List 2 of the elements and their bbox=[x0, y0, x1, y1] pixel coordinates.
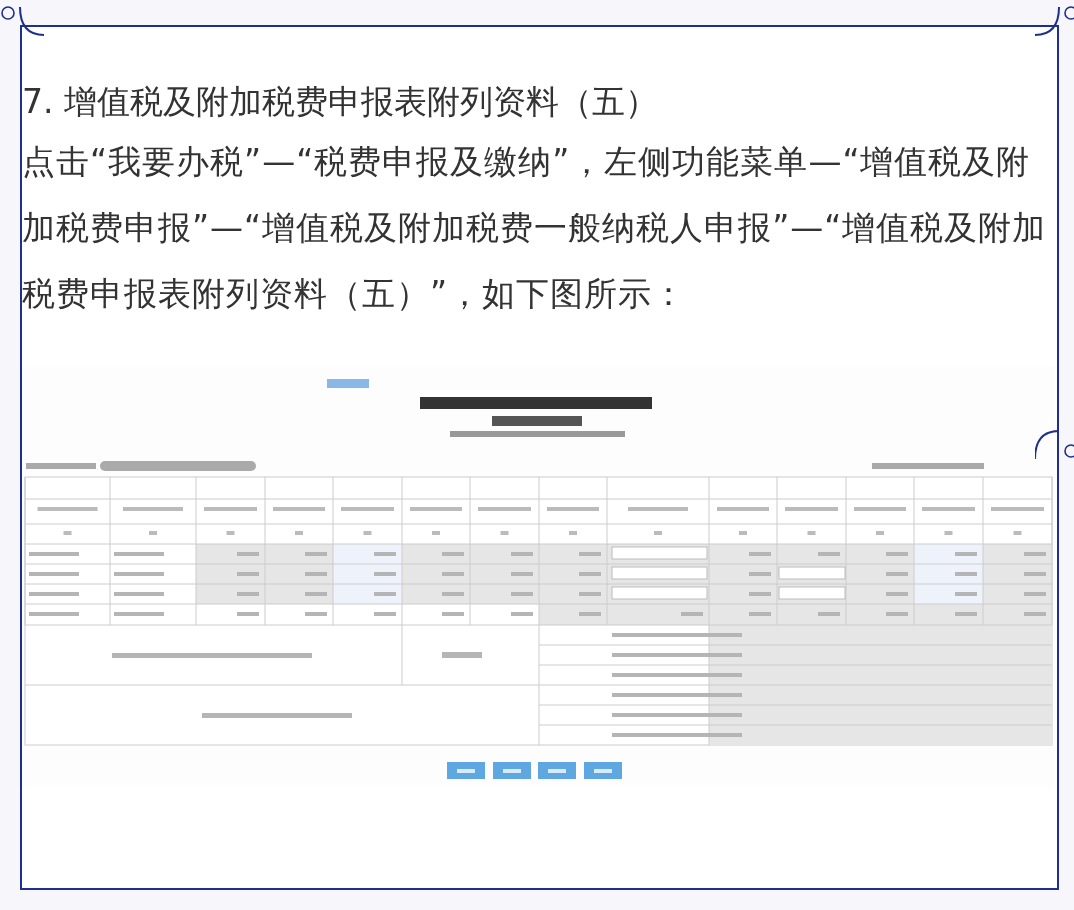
section-heading: 7. 增值税及附加税费申报表附列资料（五） bbox=[22, 81, 659, 123]
instruction-paragraph: 点击“我要办税”—“税费申报及缴纳”，左侧功能菜单—“增值税及附加税费申报”—“增值税及附加税费一般纳税人申报”—“增值税及附加税费申报表附列资料（五）”，如下图所示： bbox=[22, 141, 1048, 315]
